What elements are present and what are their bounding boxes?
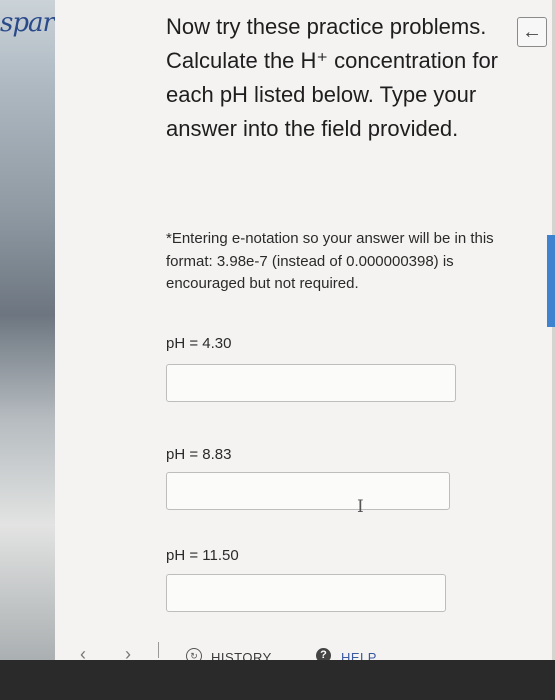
answer-field-3[interactable] [166,574,446,612]
answer-field-2[interactable] [166,472,450,510]
e-notation-note: *Entering e-notation so your answer will… [166,230,494,292]
scroll-indicator[interactable] [547,235,555,327]
problem-2-label: pH = 8.83 [166,446,232,463]
problem-1-label: pH = 4.30 [166,335,232,352]
answer-field-1[interactable] [166,364,456,402]
problem-3-label: pH = 11.50 [166,547,239,564]
device-bezel [0,660,555,700]
text-cursor-icon: I [357,497,364,517]
instructions-text: Now try these practice problems. Calcula… [166,14,499,141]
divider [158,642,159,658]
background-left-strip [0,0,55,700]
back-button[interactable]: ← [517,17,547,47]
arrow-left-icon: ← [522,21,542,43]
